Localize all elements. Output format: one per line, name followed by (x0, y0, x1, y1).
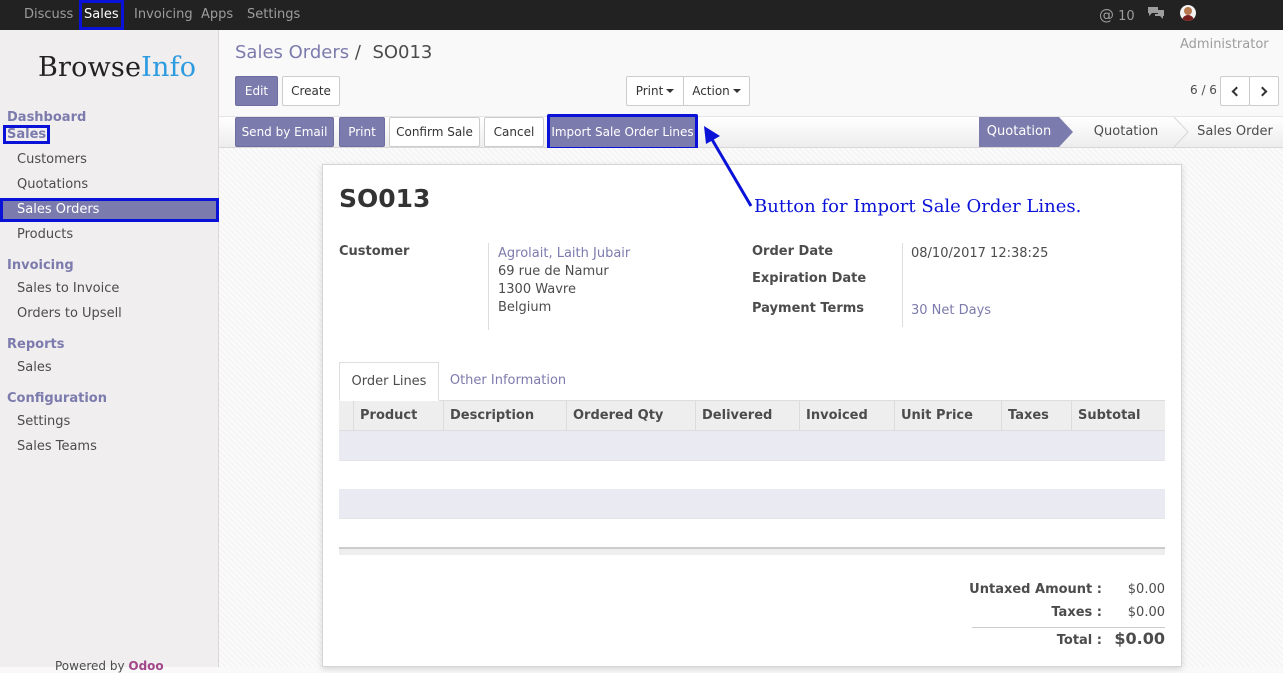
odoo-link[interactable]: Odoo (128, 659, 163, 673)
breadcrumb-current: SO013 (372, 42, 433, 63)
caret-down-icon (732, 89, 741, 93)
column-subtotal[interactable]: Subtotal (1071, 401, 1165, 431)
stage-quotation-sent[interactable]: Quotation Sent (1077, 117, 1175, 169)
caret-down-icon (666, 89, 675, 93)
untaxed-amount-label: Untaxed Amount : (969, 582, 1102, 597)
table-row[interactable] (339, 460, 1165, 489)
customer-label: Customer (339, 244, 410, 259)
sidebar-item-reports-sales[interactable]: Sales (0, 356, 219, 380)
column-unit-price[interactable]: Unit Price (894, 401, 1002, 431)
taxes-label: Taxes : (1051, 605, 1102, 620)
customer-address-line2: 1300 Wavre (498, 282, 576, 297)
mentions-button[interactable]: @ 10 (1099, 0, 1135, 30)
mentions-count: 10 (1118, 9, 1135, 24)
tab-order-lines[interactable]: Order Lines (339, 362, 439, 401)
annotation-arrow-icon (704, 126, 753, 207)
table-row[interactable] (339, 489, 1165, 518)
edit-button[interactable]: Edit (235, 76, 278, 106)
powered-by: Powered by Odoo (55, 659, 164, 673)
import-sale-order-lines-button[interactable]: Import Sale Order Lines (547, 114, 698, 150)
column-product[interactable]: Product (353, 401, 444, 431)
annotation-text: Button for Import Sale Order Lines. (754, 196, 1082, 217)
send-by-email-button[interactable]: Send by Email (235, 117, 334, 147)
action-dropdown[interactable]: Action (683, 76, 750, 106)
sidebar-item-sales-to-invoice[interactable]: Sales to Invoice (0, 277, 219, 301)
taxes-value: $0.00 (1127, 605, 1165, 620)
chevron-left-icon (1231, 86, 1242, 97)
customer-address-line3: Belgium (498, 300, 552, 315)
totals-divider (972, 627, 1165, 628)
table-row[interactable] (339, 431, 1165, 460)
cancel-button[interactable]: Cancel (484, 117, 544, 147)
app-invoicing[interactable]: Invoicing (134, 0, 193, 30)
stage-quotation[interactable]: Quotation (979, 117, 1059, 147)
column-description[interactable]: Description (443, 401, 567, 431)
stage-separator-icon (1174, 117, 1189, 147)
total-value: $0.00 (1114, 629, 1165, 648)
user-name: Administrator (1180, 37, 1269, 52)
pager-previous-button[interactable] (1220, 76, 1250, 106)
sidebar-item-products[interactable]: Products (0, 223, 219, 247)
chevron-right-icon (1257, 86, 1268, 97)
payment-terms-label: Payment Terms (752, 301, 865, 316)
table-row[interactable] (339, 518, 1165, 547)
table-footer (339, 547, 1165, 555)
top-navbar: Discuss Sales Invoicing Apps Settings @ … (0, 0, 1283, 52)
sidebar-item-sales-orders[interactable]: Sales Orders (0, 198, 219, 222)
action-dropdown-label: Action (692, 84, 730, 98)
at-icon: @ (1099, 6, 1114, 24)
create-button[interactable]: Create (282, 76, 340, 106)
payment-terms-link[interactable]: 30 Net Days (911, 303, 991, 318)
avatar (1180, 5, 1196, 21)
sidebar: BrowseInfo Dashboard Sales Customers Quo… (0, 30, 219, 673)
field-divider (902, 243, 903, 327)
pager-value: 6 / 6 (1190, 83, 1217, 97)
pager-next-button[interactable] (1249, 76, 1279, 106)
app-discuss[interactable]: Discuss (24, 0, 73, 30)
column-delivered[interactable]: Delivered (695, 401, 800, 431)
expiration-date-label: Expiration Date (752, 271, 867, 286)
column-invoiced[interactable]: Invoiced (799, 401, 895, 431)
tab-other-information[interactable]: Other Information (446, 362, 570, 401)
customer-name-link[interactable]: Agrolait, Laith Jubair (498, 246, 630, 261)
sidebar-heading-reports: Reports (7, 337, 65, 352)
untaxed-amount-value: $0.00 (1127, 582, 1165, 597)
breadcrumb-sales-orders[interactable]: Sales Orders (235, 42, 349, 63)
stage-sales-order[interactable]: Sales Order (1193, 117, 1277, 147)
order-date-value: 08/10/2017 12:38:25 (911, 246, 1049, 261)
sidebar-heading-invoicing: Invoicing (7, 258, 74, 273)
sidebar-item-orders-to-upsell[interactable]: Orders to Upsell (0, 302, 219, 326)
stage-arrow-icon (1059, 117, 1073, 147)
sidebar-item-sales-teams[interactable]: Sales Teams (0, 435, 219, 459)
print-button[interactable]: Print (339, 117, 385, 147)
sidebar-item-settings[interactable]: Settings (0, 410, 219, 434)
sidebar-item-customers[interactable]: Customers (0, 148, 219, 172)
chat-icon[interactable] (1147, 0, 1165, 30)
order-date-label: Order Date (752, 244, 834, 259)
column-ordered-qty[interactable]: Ordered Qty (566, 401, 696, 431)
confirm-sale-button[interactable]: Confirm Sale (389, 117, 480, 147)
customer-address-line1: 69 rue de Namur (498, 264, 609, 279)
field-divider (488, 243, 489, 330)
app-settings[interactable]: Settings (247, 0, 300, 30)
app-apps[interactable]: Apps (201, 0, 233, 30)
breadcrumb: Sales Orders / SO013 (235, 42, 432, 63)
user-menu[interactable]: Administrator (1180, 0, 1283, 52)
column-taxes[interactable]: Taxes (1001, 401, 1072, 431)
breadcrumb-separator: / (354, 42, 361, 63)
sidebar-heading-configuration: Configuration (7, 391, 107, 406)
sidebar-heading-dashboard[interactable]: Dashboard (7, 110, 86, 125)
app-sales[interactable]: Sales (79, 0, 124, 30)
order-name: SO013 (339, 184, 431, 213)
sidebar-item-quotations[interactable]: Quotations (0, 173, 219, 197)
browseinfo-logo: BrowseInfo (38, 52, 197, 83)
sidebar-heading-sales[interactable]: Sales (3, 125, 51, 144)
print-dropdown-label: Print (635, 84, 664, 98)
print-dropdown[interactable]: Print (626, 76, 684, 106)
total-label: Total : (1056, 633, 1102, 648)
